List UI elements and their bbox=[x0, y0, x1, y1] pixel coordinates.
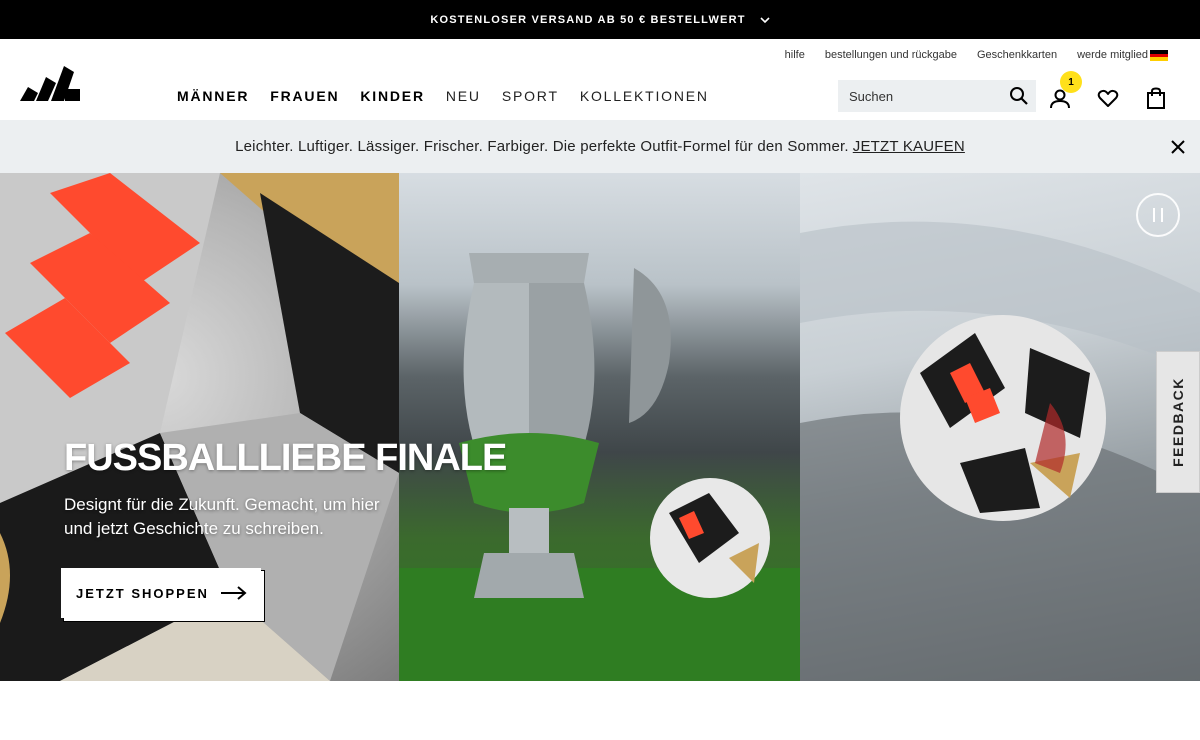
util-link-help[interactable]: hilfe bbox=[785, 49, 805, 61]
nav-item-women[interactable]: FRAUEN bbox=[270, 88, 339, 104]
main-nav: MÄNNER FRAUEN KINDER NEU SPORT KOLLEKTIO… bbox=[177, 88, 709, 104]
shop-now-label: JETZT SHOPPEN bbox=[76, 585, 209, 601]
hero-copy: FUSSBALLLIEBE FINALE Designt für die Zuk… bbox=[64, 437, 507, 541]
flag-germany-icon[interactable] bbox=[1150, 50, 1168, 62]
nav-item-kids[interactable]: KINDER bbox=[360, 88, 424, 104]
hero-image-ball-flying bbox=[800, 173, 1200, 681]
nav-item-collections[interactable]: KOLLEKTIONEN bbox=[580, 88, 709, 104]
feedback-tab[interactable]: FEEDBACK bbox=[1156, 351, 1200, 493]
announcement-text: Leichter. Luftiger. Lässiger. Frischer. … bbox=[235, 138, 849, 155]
account-badge: 1 bbox=[1060, 71, 1082, 93]
util-link-join[interactable]: werde mitglied bbox=[1077, 49, 1148, 61]
promo-text: KOSTENLOSER VERSAND AB 50 € BESTELLWERT bbox=[430, 13, 746, 26]
announcement-link[interactable]: JETZT KAUFEN bbox=[853, 138, 965, 155]
heart-icon[interactable] bbox=[1097, 87, 1119, 109]
util-link-giftcards[interactable]: Geschenkkarten bbox=[977, 49, 1057, 61]
hero-banner[interactable]: FUSSBALLLIEBE FINALE Designt für die Zuk… bbox=[0, 173, 1200, 681]
promo-bar[interactable]: KOSTENLOSER VERSAND AB 50 € BESTELLWERT bbox=[0, 0, 1200, 39]
search-icon[interactable] bbox=[1009, 86, 1029, 106]
close-icon[interactable] bbox=[1170, 139, 1186, 155]
chevron-down-icon[interactable] bbox=[760, 15, 770, 25]
nav-item-men[interactable]: MÄNNER bbox=[177, 88, 249, 104]
nav-item-new[interactable]: NEU bbox=[446, 88, 481, 104]
search-box bbox=[838, 80, 1036, 112]
hero-title: FUSSBALLLIEBE FINALE bbox=[64, 437, 507, 479]
utility-links: hilfe bestellungen und rückgabe Geschenk… bbox=[785, 49, 1148, 61]
util-link-orders[interactable]: bestellungen und rückgabe bbox=[825, 49, 957, 61]
hero-image-trophy-stadium bbox=[399, 173, 800, 681]
feedback-label: FEEDBACK bbox=[1170, 377, 1186, 467]
hero-subtitle: Designt für die Zukunft. Gemacht, um hie… bbox=[64, 495, 380, 538]
site-header: hilfe bestellungen und rückgabe Geschenk… bbox=[0, 39, 1200, 120]
shopping-bag-icon[interactable] bbox=[1145, 87, 1167, 109]
brand-logo[interactable] bbox=[20, 63, 80, 101]
arrow-right-icon bbox=[221, 586, 247, 600]
announcement-bar: Leichter. Luftiger. Lässiger. Frischer. … bbox=[0, 120, 1200, 173]
shop-now-button[interactable]: JETZT SHOPPEN bbox=[61, 568, 261, 618]
pause-icon[interactable] bbox=[1136, 193, 1180, 237]
nav-item-sport[interactable]: SPORT bbox=[502, 88, 559, 104]
search-input[interactable] bbox=[849, 88, 999, 104]
